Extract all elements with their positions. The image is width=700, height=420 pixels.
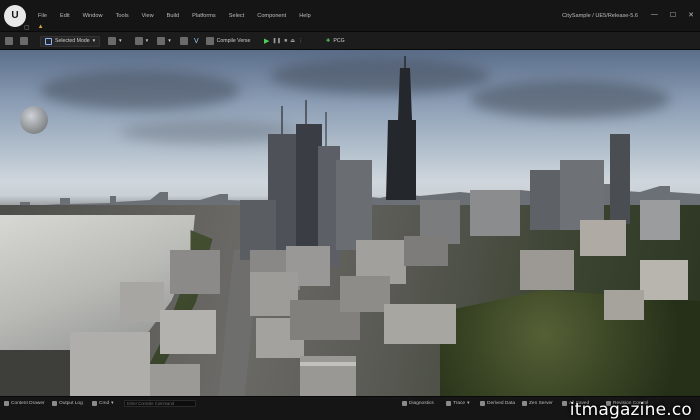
eject-icon[interactable]: ⏏: [290, 38, 295, 44]
trace-label: Trace: [453, 401, 466, 406]
output-log-button[interactable]: Output Log: [52, 401, 83, 406]
content-drawer-label: Content Drawer: [11, 401, 45, 406]
compile-verse-button[interactable]: Compile Verse: [217, 38, 251, 44]
project-name: CitySample / UE5/Release-5.6: [562, 13, 638, 19]
window-controls: — ☐ ✕: [651, 11, 694, 19]
save-group: [5, 35, 13, 47]
mode-group: Selected Mode ▾: [40, 35, 101, 47]
menu-bar: File Edit Window Tools View Build Platfo…: [38, 13, 311, 19]
main-toolbar: Selected Mode ▾ ▾ ▾ ▾ V Compile Verse ▶ …: [0, 32, 700, 50]
menu-window[interactable]: Window: [83, 13, 103, 19]
cmd-label: Cmd: [99, 401, 110, 406]
level-viewport[interactable]: [0, 50, 700, 396]
warning-icon[interactable]: ▲: [38, 24, 44, 31]
menu-build[interactable]: Build: [167, 13, 179, 19]
zen-server-label: Zen Server: [529, 401, 553, 406]
output-log-icon: [52, 401, 57, 406]
play-group: ▶ ❚❚ ■ ⏏ ⋮: [264, 35, 303, 47]
watermark: itmagazine.co: [569, 400, 692, 420]
level-tab-icon[interactable]: ▢: [24, 24, 30, 31]
zen-server-button[interactable]: Zen Server: [522, 401, 553, 406]
settings-icon[interactable]: [179, 37, 188, 45]
chevron-down-icon[interactable]: ▾: [119, 38, 122, 44]
menu-platforms[interactable]: Platforms: [192, 13, 216, 19]
viewport-gizmo-sphere[interactable]: [20, 106, 48, 134]
chevron-down-icon: ▾: [111, 401, 114, 406]
save-status-icon: [562, 401, 567, 406]
chevron-down-icon: ▾: [92, 38, 96, 44]
diagnostics-label: Diagnostics: [409, 401, 434, 406]
output-log-label: Output Log: [59, 401, 83, 406]
verse-icon[interactable]: V: [194, 38, 199, 45]
content-drawer-button[interactable]: Content Drawer: [4, 401, 45, 406]
chevron-down-icon[interactable]: ▾: [146, 38, 149, 44]
pcg-group: ✚ PCG: [326, 35, 345, 47]
play-icon[interactable]: ▶: [264, 37, 269, 45]
zen-server-icon: [522, 401, 527, 406]
compile-icon[interactable]: [205, 37, 214, 45]
derived-data-label: Derived Data: [487, 401, 515, 406]
verse-group: V Compile Verse: [194, 35, 250, 47]
menu-component[interactable]: Component: [257, 13, 286, 19]
diagnostics-icon: [402, 401, 407, 406]
cmd-dropdown[interactable]: Cmd ▾: [92, 401, 114, 406]
unreal-logo-icon[interactable]: U: [4, 5, 26, 27]
menu-file[interactable]: File: [38, 13, 47, 19]
derived-data-button[interactable]: Derived Data: [480, 401, 515, 406]
minimize-button[interactable]: —: [651, 11, 658, 19]
trace-icon: [446, 401, 451, 406]
selection-mode-icon: [45, 37, 52, 45]
trace-button[interactable]: Trace ▾: [446, 401, 470, 406]
tools-group: ▾ ▾ ▾: [108, 35, 188, 47]
content-drawer-icon: [4, 401, 9, 406]
console-command-input[interactable]: Enter Console Command: [124, 400, 196, 407]
menu-view[interactable]: View: [142, 13, 154, 19]
selection-mode-label: Selected Mode: [55, 38, 90, 44]
tab-icons: ▢ ▲: [24, 24, 44, 31]
menu-help[interactable]: Help: [299, 13, 311, 19]
maximize-button[interactable]: ☐: [670, 11, 676, 19]
menu-tools[interactable]: Tools: [116, 13, 129, 19]
stop-icon[interactable]: ■: [284, 38, 287, 44]
selection-mode-dropdown[interactable]: Selected Mode ▾: [40, 35, 101, 47]
content-browser-icon[interactable]: [20, 37, 28, 45]
add-actor-icon[interactable]: [108, 37, 116, 45]
cinematics-icon[interactable]: [157, 37, 166, 45]
chevron-down-icon: ▾: [467, 401, 470, 406]
save-icon[interactable]: [5, 37, 13, 45]
title-bar: U File Edit Window Tools View Build Plat…: [0, 0, 700, 32]
chevron-down-icon[interactable]: ▾: [168, 38, 171, 44]
pcg-icon[interactable]: ✚: [326, 38, 330, 44]
pcg-button[interactable]: PCG: [333, 38, 344, 44]
diagnostics-button[interactable]: Diagnostics: [402, 401, 434, 406]
derived-data-icon: [480, 401, 485, 406]
menu-select[interactable]: Select: [229, 13, 245, 19]
cmd-icon: [92, 401, 97, 406]
blueprint-icon[interactable]: [134, 37, 143, 45]
menu-edit[interactable]: Edit: [60, 13, 70, 19]
pause-icon[interactable]: ❚❚: [272, 38, 281, 44]
close-button[interactable]: ✕: [688, 11, 694, 19]
city-buildings: [0, 56, 688, 396]
more-options-icon[interactable]: ⋮: [298, 38, 303, 44]
browse-group: [20, 35, 28, 47]
